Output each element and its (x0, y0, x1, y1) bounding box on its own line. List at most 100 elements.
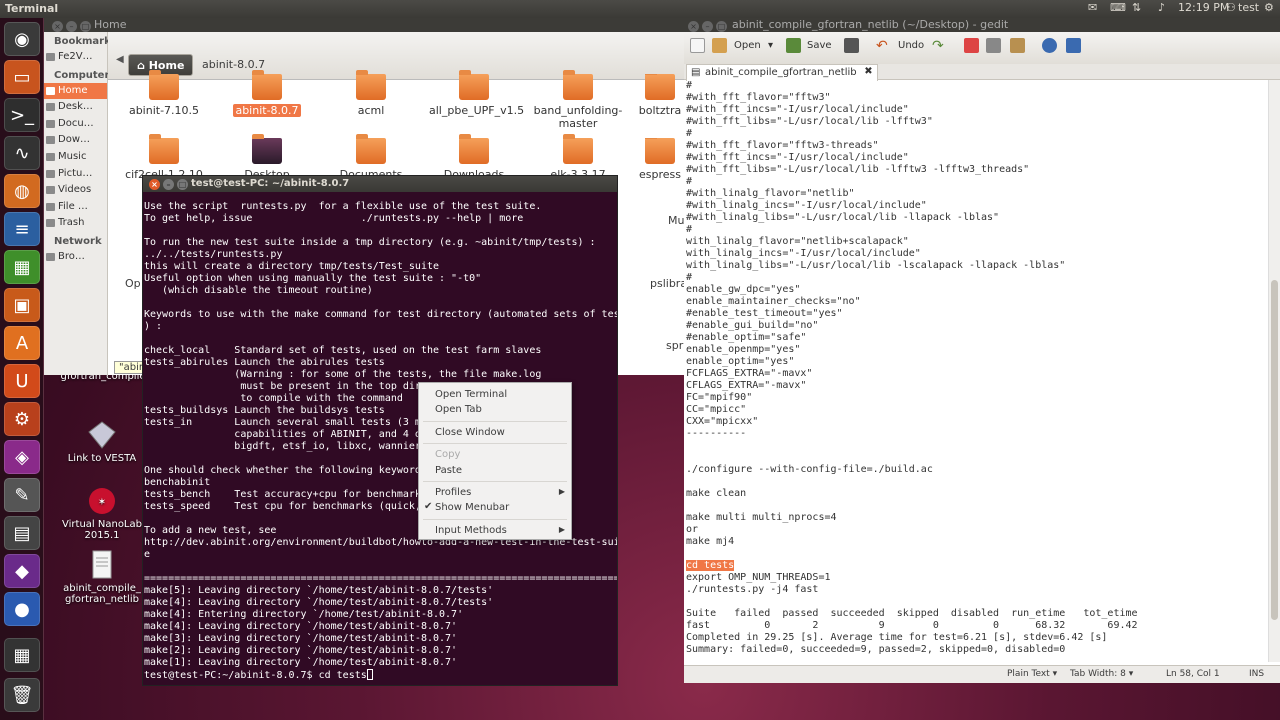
folder-item-selected[interactable]: abinit-8.0.7 (222, 70, 312, 117)
writer-icon[interactable]: ≡ (4, 212, 40, 246)
user-icon[interactable]: ⚇ (1226, 1, 1236, 14)
ubuntu-dash-icon[interactable]: ◉ (4, 22, 40, 56)
workspace-icon[interactable]: ▦ (4, 638, 40, 672)
maximize-icon[interactable]: □ (716, 21, 727, 32)
menu-item-paste[interactable]: Paste (419, 463, 571, 478)
editor-line: #with_linalg_incs="-I/usr/local/include" (686, 200, 927, 211)
language-selector[interactable]: Plain Text ▾ (1007, 669, 1057, 679)
tab-width-selector[interactable]: Tab Width: 8 ▾ (1070, 669, 1133, 679)
ubuntu-one-icon[interactable]: U (4, 364, 40, 398)
text-editor-icon[interactable]: ✎ (4, 478, 40, 512)
desktop-icon-vesta[interactable]: Link to VESTA (57, 420, 147, 464)
terminal-line: ) : (144, 321, 163, 332)
close-icon[interactable]: × (52, 21, 63, 32)
editor-text[interactable]: # #with_fft_flavor="fftw3" #with_fft_incs=… (686, 80, 1256, 662)
clock[interactable]: 12:19 PM (1178, 1, 1229, 14)
sidebar-item-documents[interactable]: Docu… (44, 116, 107, 133)
undo-button[interactable]: Undo (898, 40, 924, 51)
maximize-icon[interactable]: □ (177, 179, 188, 190)
folder-label-fragment[interactable]: pslibra (650, 277, 687, 290)
network-header: Network (54, 235, 102, 247)
sidebar-item-downloads[interactable]: Dow… (44, 132, 107, 149)
user-name[interactable]: test (1238, 1, 1259, 14)
terminal-titlebar[interactable]: × – □ test@test-PC: ~/abinit-8.0.7 (143, 176, 617, 192)
undo-icon[interactable]: ↶ (876, 38, 888, 54)
menu-item-profiles[interactable]: Profiles ▶ (419, 485, 571, 500)
redo-icon[interactable]: ↷ (932, 38, 944, 54)
new-document-icon[interactable] (690, 38, 705, 53)
paste-icon[interactable] (1010, 38, 1025, 53)
volume-icon[interactable]: ♪ (1158, 1, 1165, 14)
terminal-line: make[3]: Leaving directory `/home/test/a… (144, 633, 458, 644)
maximize-icon[interactable]: □ (80, 21, 91, 32)
vnl-icon[interactable]: ◆ (4, 554, 40, 588)
folder-label-fragment[interactable]: Mu (668, 214, 684, 227)
sidebar-item-videos[interactable]: Videos (44, 182, 107, 199)
desktop-icon-vnl[interactable]: ✶ Virtual NanoLab 2015.1 (57, 486, 147, 541)
save-button[interactable]: Save (807, 40, 832, 51)
file-manager-titlebar[interactable]: × – □ Home (44, 18, 684, 32)
network-icon[interactable]: ⇅ (1132, 1, 1141, 14)
folder-item[interactable]: all_pbe_UPF_v1.5 (429, 70, 524, 117)
editor-line: # (686, 272, 693, 283)
files-icon[interactable]: ▭ (4, 60, 40, 94)
gedit-titlebar[interactable]: × – □ abinit_compile_gfortran_netlib (~/… (684, 18, 1280, 32)
sidebar-item-bookmark[interactable]: Fe2V… (44, 49, 107, 66)
minimize-icon[interactable]: – (66, 21, 77, 32)
cut-icon[interactable] (964, 38, 979, 53)
folder-label-fragment[interactable]: Op (125, 277, 141, 290)
calc-icon[interactable]: ▦ (4, 250, 40, 284)
folder-item[interactable]: acml (326, 70, 416, 117)
close-icon[interactable]: × (149, 179, 160, 190)
desktop-icon-netlib-file[interactable]: abinit_compile_ gfortran_netlib (57, 550, 147, 605)
menu-item-input-methods[interactable]: Input Methods ▶ (419, 523, 571, 538)
sidebar-item-music[interactable]: Music (44, 149, 107, 166)
folder-item[interactable]: boltztra (636, 74, 684, 117)
menu-item-open-terminal[interactable]: Open Terminal (419, 387, 571, 402)
menu-item-show-menubar[interactable]: ✔ Show Menubar (419, 500, 571, 515)
sidebar-item-trash[interactable]: Trash (44, 215, 107, 232)
mail-icon[interactable]: ✉ (1088, 1, 1097, 14)
sidebar-item-pictures[interactable]: Pictu… (44, 166, 107, 183)
open-icon[interactable] (712, 38, 727, 53)
minimize-icon[interactable]: – (163, 179, 174, 190)
calculator-icon[interactable]: ▤ (4, 516, 40, 550)
sidebar-item-filesystem[interactable]: File … (44, 199, 107, 216)
menu-item-close-window[interactable]: Close Window (419, 425, 571, 440)
context-menu: Open Terminal Open Tab Close Window Copy… (418, 382, 572, 540)
chevron-down-icon[interactable]: ▾ (768, 40, 773, 51)
scrollbar-thumb[interactable] (1271, 280, 1278, 620)
replace-icon[interactable] (1066, 38, 1081, 53)
search-icon[interactable] (1042, 38, 1057, 53)
blue-app-icon[interactable]: ● (4, 592, 40, 626)
sidebar-item-browse-network[interactable]: Bro… (44, 249, 107, 266)
vesta-icon[interactable]: ◈ (4, 440, 40, 474)
minimize-icon[interactable]: – (702, 21, 713, 32)
print-icon[interactable] (844, 38, 859, 53)
desktop-icon-label: Link to VESTA (67, 453, 137, 464)
trash-icon[interactable]: 🗑 (4, 678, 40, 712)
impress-icon[interactable]: ▣ (4, 288, 40, 322)
sidebar-item-desktop[interactable]: Desk… (44, 99, 107, 116)
settings-icon[interactable]: ⚙ (4, 402, 40, 436)
software-center-icon[interactable]: A (4, 326, 40, 360)
firefox-icon[interactable]: ◍ (4, 174, 40, 208)
power-icon[interactable]: ⚙ (1264, 1, 1274, 14)
back-icon[interactable]: ◀ (116, 54, 124, 65)
folder-item[interactable]: abinit-7.10.5 (119, 70, 209, 117)
keyboard-icon[interactable]: ⌨ (1110, 1, 1126, 14)
copy-icon[interactable] (986, 38, 1001, 53)
save-icon[interactable] (786, 38, 801, 53)
folder-item[interactable]: espress (636, 138, 684, 181)
scrollbar[interactable] (1268, 80, 1280, 662)
menu-item-open-tab[interactable]: Open Tab (419, 402, 571, 417)
terminal-icon[interactable]: >_ (4, 98, 40, 132)
folder-item[interactable]: band_unfolding-master (532, 70, 624, 130)
close-icon[interactable]: × (688, 21, 699, 32)
open-button[interactable]: Open (734, 40, 761, 51)
system-monitor-icon[interactable]: ∿ (4, 136, 40, 170)
document-tab[interactable]: ▤ abinit_compile_gfortran_netlib ✖ (686, 64, 878, 81)
sidebar-item-home[interactable]: Home (44, 82, 107, 100)
close-tab-icon[interactable]: ✖ (864, 66, 872, 77)
